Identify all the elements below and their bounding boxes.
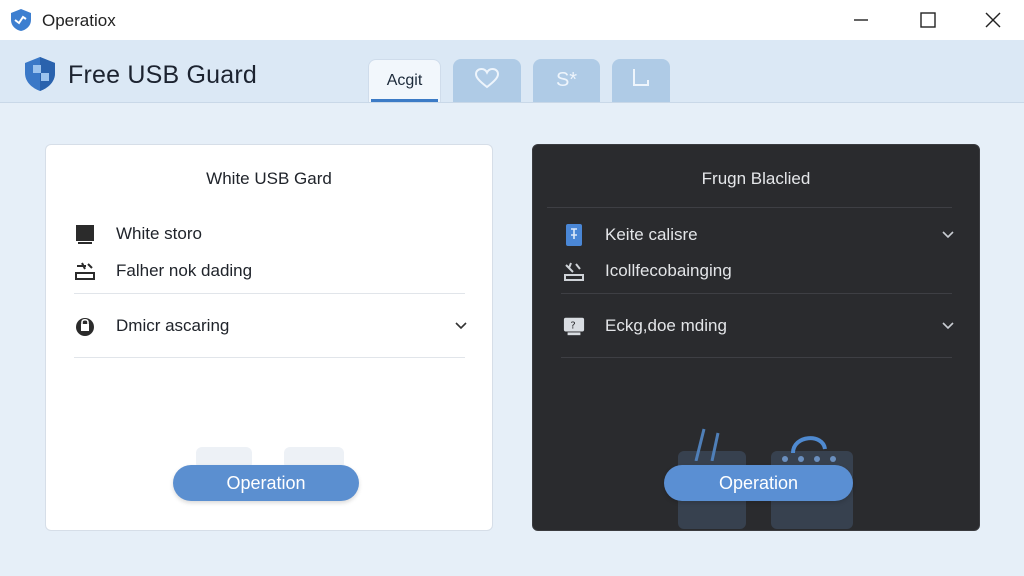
tab-label: Acgit	[386, 72, 423, 89]
tab-favorites[interactable]	[453, 59, 521, 102]
corner-bracket-icon	[630, 67, 652, 94]
tab-stars[interactable]: S*	[533, 59, 600, 102]
list-item-label: White storo	[116, 224, 202, 243]
list-item[interactable]: Icollfecobainging	[563, 258, 955, 284]
title-bar: Operatiox	[0, 0, 1024, 40]
lock-icon	[74, 315, 96, 337]
minimize-icon	[853, 12, 869, 28]
chevron-down-icon[interactable]	[454, 319, 468, 333]
list-item-label: Eckg,doe mding	[605, 316, 727, 335]
operation-button[interactable]: Operation	[664, 465, 853, 501]
usb-tool-icon	[74, 260, 96, 282]
app-shield-icon	[10, 8, 32, 32]
list-item-label: Icollfecobainging	[605, 261, 732, 280]
list-item[interactable]: White storo	[74, 221, 468, 247]
divider	[547, 207, 952, 208]
app-header: Free USB Guard Acgit S*	[0, 40, 1024, 103]
svg-text:?: ?	[570, 321, 575, 332]
operation-button[interactable]: Operation	[173, 465, 359, 501]
maximize-icon	[920, 12, 936, 28]
app-brand-title: Free USB Guard	[68, 61, 257, 89]
divider	[74, 357, 465, 358]
white-usb-panel: White USB Gard White storo Falher nok da…	[45, 144, 493, 531]
usb-drive-icon	[563, 224, 585, 246]
panel-title: White USB Gard	[206, 169, 332, 188]
panel-title: Frugn Blaclied	[701, 169, 811, 188]
blacklist-panel: Frugn Blaclied Keite calisre Icollfecoba…	[532, 144, 980, 531]
list-item[interactable]: ? Eckg,doe mding	[563, 313, 955, 339]
divider	[561, 357, 952, 358]
maximize-button[interactable]	[905, 4, 951, 36]
chevron-down-icon[interactable]	[941, 228, 955, 242]
chevron-down-icon[interactable]	[941, 319, 955, 333]
tab-label: S*	[555, 69, 578, 91]
list-item[interactable]: Keite calisre	[563, 222, 955, 248]
tab-acgit[interactable]: Acgit	[368, 59, 441, 102]
list-item[interactable]: Falher nok dading	[74, 258, 468, 284]
divider	[74, 293, 465, 294]
shield-logo-icon	[24, 56, 56, 92]
window-title: Operatiox	[42, 11, 116, 30]
list-item-label: Dmicr ascaring	[116, 316, 230, 335]
close-icon	[985, 12, 1001, 28]
usb-tool-icon	[563, 260, 585, 282]
active-tab-indicator	[371, 99, 438, 102]
monitor-square-icon	[74, 223, 96, 245]
heart-icon	[474, 67, 500, 94]
close-button[interactable]	[970, 4, 1016, 36]
tab-layout[interactable]	[612, 59, 670, 102]
list-item-label: Falher nok dading	[116, 261, 253, 280]
divider	[561, 293, 952, 294]
device-question-icon: ?	[563, 315, 585, 337]
minimize-button[interactable]	[838, 4, 884, 36]
list-item-label: Keite calisre	[605, 225, 698, 244]
list-item[interactable]: Dmicr ascaring	[74, 313, 468, 339]
